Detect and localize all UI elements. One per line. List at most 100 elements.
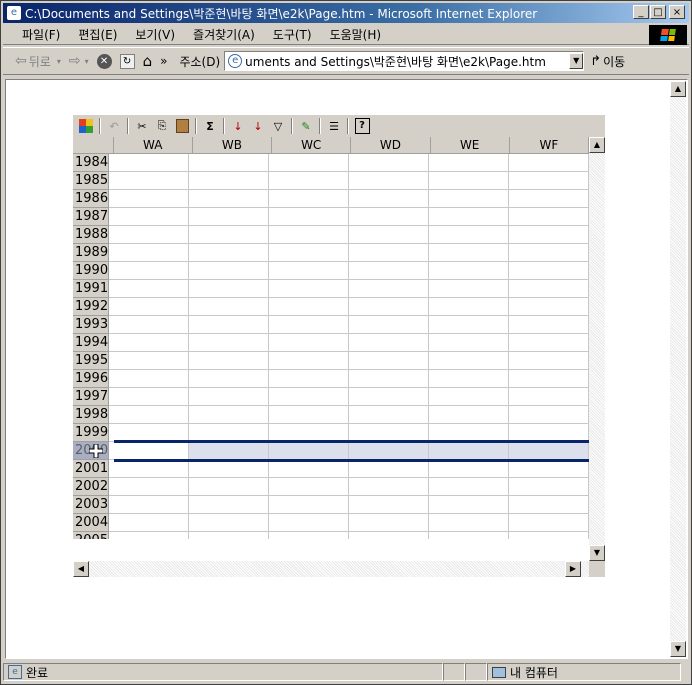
table-row[interactable]: 1996 — [73, 370, 589, 388]
grid-cell[interactable] — [509, 226, 589, 244]
grid-cell[interactable] — [349, 370, 430, 388]
grid-cell[interactable] — [509, 370, 589, 388]
menu-favorites[interactable]: 즐겨찾기(A) — [184, 26, 264, 43]
table-row[interactable]: 1992 — [73, 298, 589, 316]
sort-descending-button[interactable]: ↓ — [248, 117, 268, 135]
grid-cell[interactable] — [349, 154, 430, 172]
address-bar[interactable]: e uments and Settings\박준현\바탕 화면\e2k\Page… — [224, 51, 585, 71]
cut-button[interactable]: ✂ — [132, 117, 152, 135]
row-header[interactable]: 1987 — [73, 208, 110, 226]
row-header[interactable]: 2001 — [73, 460, 110, 478]
row-header[interactable]: 1985 — [73, 172, 110, 190]
grid-cell[interactable] — [189, 172, 270, 190]
grid-cell[interactable] — [269, 406, 350, 424]
grid-cell[interactable] — [349, 226, 430, 244]
grid-cell[interactable] — [429, 280, 510, 298]
paste-button[interactable] — [172, 117, 192, 135]
grid-cell[interactable] — [429, 352, 510, 370]
grid-cell[interactable] — [429, 172, 510, 190]
grid-cell[interactable] — [429, 478, 510, 496]
row-header[interactable]: 1992 — [73, 298, 110, 316]
grid-cell[interactable] — [349, 190, 430, 208]
sheet-vertical-scrollbar[interactable]: ▲ ▼ — [589, 137, 605, 561]
row-header[interactable]: 2004 — [73, 514, 110, 532]
grid-cell[interactable] — [269, 532, 350, 539]
grid-cell[interactable] — [429, 262, 510, 280]
grid-cell[interactable] — [109, 262, 190, 280]
grid-cell[interactable] — [109, 226, 190, 244]
grid-cell[interactable] — [349, 514, 430, 532]
minimize-button[interactable]: _ — [633, 5, 649, 19]
select-all-corner[interactable] — [73, 137, 114, 154]
maximize-button[interactable]: □ — [650, 5, 666, 19]
column-header[interactable]: WB — [192, 137, 273, 154]
address-dropdown-icon[interactable]: ▼ — [569, 53, 584, 69]
grid-cell[interactable] — [109, 208, 190, 226]
help-button[interactable]: ? — [352, 117, 372, 135]
row-header[interactable]: 1984 — [73, 154, 110, 172]
row-header[interactable]: 1989 — [73, 244, 110, 262]
sheet-horizontal-scrollbar[interactable]: ◀ ▶ — [73, 561, 589, 577]
spreadsheet-grid[interactable]: WA WB WC WD WE WF 1984 1985 1986 1987 1988 19… — [73, 137, 589, 539]
grid-cell[interactable] — [509, 352, 589, 370]
grid-cell[interactable] — [189, 352, 270, 370]
row-header[interactable]: 1995 — [73, 352, 110, 370]
address-input[interactable]: uments and Settings\박준현\바탕 화면\e2k\Page.h… — [245, 53, 569, 70]
grid-cell[interactable] — [349, 532, 430, 539]
menu-edit[interactable]: 편집(E) — [69, 26, 126, 43]
grid-cell[interactable] — [349, 334, 430, 352]
grid-cell[interactable] — [189, 244, 270, 262]
sheet-scroll-left-icon[interactable]: ◀ — [73, 561, 89, 577]
grid-cell[interactable] — [109, 406, 190, 424]
grid-cell[interactable] — [429, 154, 510, 172]
grid-cell[interactable] — [269, 478, 350, 496]
undo-button[interactable]: ↶ — [104, 117, 124, 135]
grid-cell[interactable] — [109, 496, 190, 514]
grid-cell[interactable] — [509, 208, 589, 226]
grid-cell[interactable] — [349, 406, 430, 424]
grid-cell[interactable] — [269, 370, 350, 388]
autofilter-button[interactable]: ▽ — [268, 117, 288, 135]
grid-cell[interactable] — [429, 244, 510, 262]
grid-cell[interactable] — [429, 226, 510, 244]
table-row[interactable]: 1987 — [73, 208, 589, 226]
grid-cell[interactable] — [349, 478, 430, 496]
grid-cell[interactable] — [349, 280, 430, 298]
grid-cell[interactable] — [429, 190, 510, 208]
grid-cell[interactable] — [189, 262, 270, 280]
toolbar-chevron[interactable]: » — [156, 54, 171, 68]
grid-cell[interactable] — [509, 496, 589, 514]
row-header[interactable]: 1990 — [73, 262, 110, 280]
grid-cell[interactable] — [509, 532, 589, 539]
table-row[interactable]: 1984 — [73, 154, 589, 172]
grid-cell[interactable] — [269, 280, 350, 298]
grid-cell[interactable] — [109, 190, 190, 208]
column-header[interactable]: WE — [430, 137, 510, 154]
grid-cell[interactable] — [509, 262, 589, 280]
grid-cell[interactable] — [109, 172, 190, 190]
grid-cell[interactable] — [269, 226, 350, 244]
sheet-scroll-right-icon[interactable]: ▶ — [565, 561, 581, 577]
grid-cell[interactable] — [109, 460, 190, 478]
grid-cell[interactable] — [349, 460, 430, 478]
scroll-up-icon[interactable]: ▲ — [670, 81, 686, 97]
grid-cell[interactable] — [189, 154, 270, 172]
grid-cell[interactable] — [189, 316, 270, 334]
grid-cell[interactable] — [189, 514, 270, 532]
grid-cell[interactable] — [429, 208, 510, 226]
scroll-down-icon[interactable]: ▼ — [670, 641, 686, 657]
table-row[interactable]: 1990 — [73, 262, 589, 280]
grid-cell[interactable] — [509, 316, 589, 334]
grid-cell[interactable] — [269, 154, 350, 172]
grid-cell[interactable] — [349, 352, 430, 370]
grid-cell[interactable] — [269, 442, 350, 460]
grid-cell[interactable] — [189, 532, 270, 539]
grid-cell[interactable] — [349, 298, 430, 316]
grid-cell[interactable] — [189, 208, 270, 226]
grid-cell[interactable] — [429, 460, 510, 478]
grid-cell[interactable] — [349, 388, 430, 406]
row-header[interactable]: 1986 — [73, 190, 110, 208]
grid-cell[interactable] — [509, 388, 589, 406]
table-row[interactable]: 1993 — [73, 316, 589, 334]
home-button[interactable]: ⌂ — [139, 52, 157, 70]
